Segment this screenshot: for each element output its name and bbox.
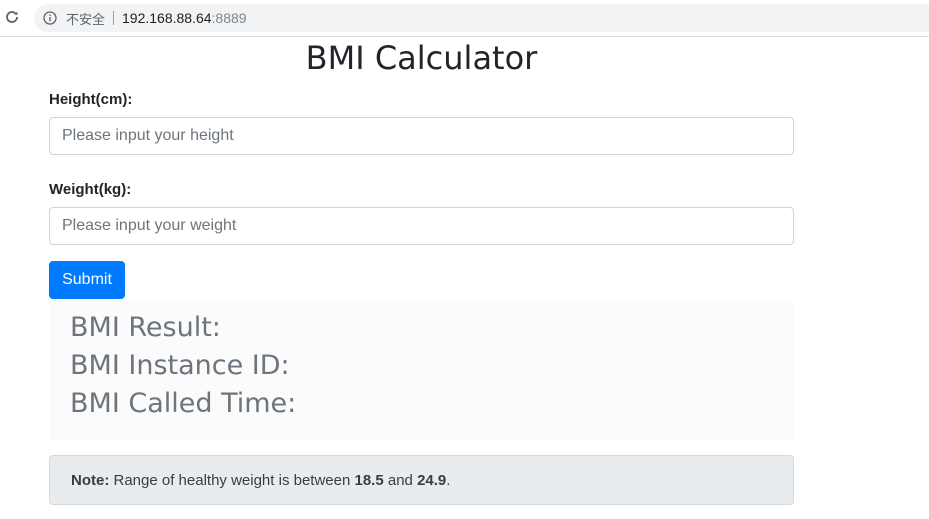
note-text-middle: and xyxy=(383,471,418,489)
note-high-value: 24.9 xyxy=(417,471,447,489)
page-title: BMI Calculator xyxy=(305,39,538,77)
bmi-called-time-label: BMI Called Time: xyxy=(70,388,297,419)
submit-button[interactable]: Submit xyxy=(49,261,125,299)
url-host: 192.168.88.64 xyxy=(122,10,212,26)
bmi-result-label: BMI Result: xyxy=(70,312,221,343)
address-divider xyxy=(113,11,115,25)
note-low-value: 18.5 xyxy=(354,471,384,489)
info-icon[interactable] xyxy=(42,10,58,26)
weight-input[interactable] xyxy=(49,207,794,245)
height-input[interactable] xyxy=(49,117,794,155)
security-status-text: 不安全 xyxy=(66,12,106,28)
weight-label: Weight(kg): xyxy=(49,181,132,198)
reload-icon[interactable] xyxy=(3,8,21,26)
note-prefix: Note: xyxy=(71,471,110,489)
browser-toolbar: 不安全 192.168.88.64:8889 xyxy=(0,0,929,37)
bmi-instance-id-label: BMI Instance ID: xyxy=(70,350,290,381)
note-text-after: . xyxy=(446,471,451,489)
note-box: Note: Range of healthy weight is between… xyxy=(49,455,794,505)
url-port: :8889 xyxy=(211,10,247,26)
height-label: Height(cm): xyxy=(49,91,133,108)
result-panel: BMI Result: BMI Instance ID: BMI Called … xyxy=(49,300,794,440)
note-text-before: Range of healthy weight is between xyxy=(109,471,355,489)
address-bar[interactable]: 不安全 192.168.88.64:8889 xyxy=(34,4,929,32)
